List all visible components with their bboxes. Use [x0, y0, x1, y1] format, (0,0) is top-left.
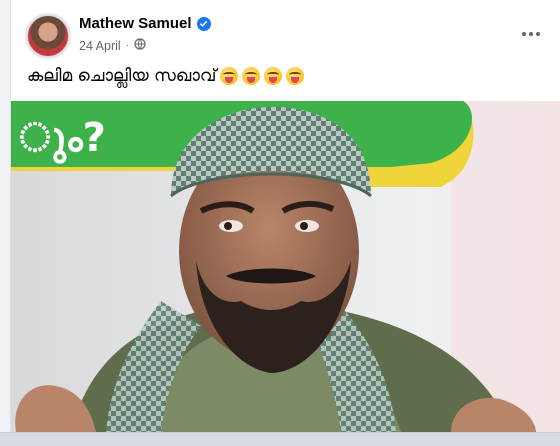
caption-text: കലിമ ചൊല്ലിയ സഖാവ് [27, 66, 217, 86]
more-dot-icon [536, 32, 540, 36]
avatar-story-ring [25, 13, 71, 59]
author-name-row: Mathew Samuel [79, 15, 211, 32]
winking-tongue-emoji-icon [220, 67, 239, 85]
author-avatar[interactable] [25, 13, 71, 59]
post-caption: കലിമ ചൊല്ലിയ സഖാവ് [27, 66, 305, 86]
photo-illustration: ും? [11, 101, 560, 432]
post-date[interactable]: 24 April [79, 39, 121, 53]
more-options-button[interactable] [513, 20, 549, 48]
more-dot-icon [529, 32, 533, 36]
meta-separator: · [125, 40, 130, 51]
winking-tongue-emoji-icon [264, 67, 283, 85]
post-photo[interactable]: ും? [11, 101, 560, 432]
window-bottom-bar [0, 432, 560, 446]
post-header: Mathew Samuel 24 April · [11, 0, 560, 60]
verified-badge-icon [196, 16, 211, 31]
banner-text: ും? [19, 115, 106, 164]
author-name[interactable]: Mathew Samuel [79, 15, 192, 32]
more-dot-icon [522, 32, 526, 36]
globe-icon [134, 38, 146, 53]
post-card: Mathew Samuel 24 April · കലിമ ചൊല്ലിയ സഖ… [10, 0, 560, 432]
winking-tongue-emoji-icon [242, 67, 261, 85]
winking-tongue-emoji-icon [286, 67, 305, 85]
post-meta: 24 April · [79, 38, 146, 53]
